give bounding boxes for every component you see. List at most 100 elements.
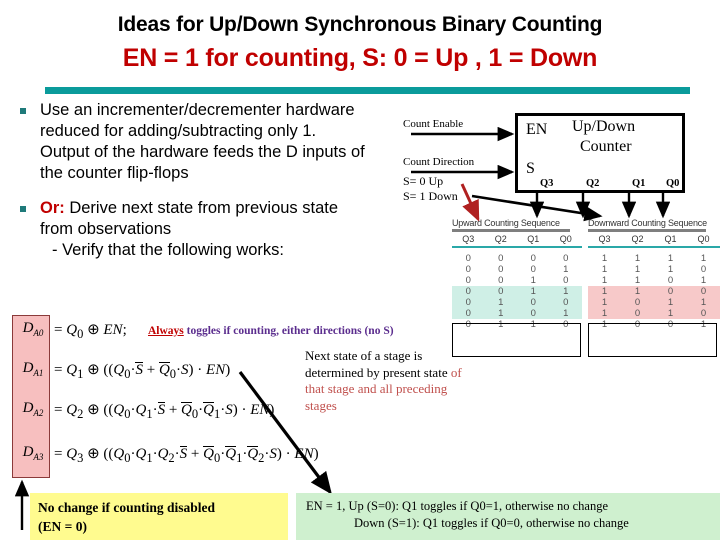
slide-title-primary: Ideas for Up/Down Synchronous Binary Cou… — [117, 13, 603, 36]
cell: 0 — [621, 307, 654, 319]
upward-sequence-title: Upward Counting Sequence — [452, 218, 560, 228]
downward-col-q2: Q2 — [631, 234, 644, 244]
next-state-note-black: Next state of a stage is determined by p… — [305, 348, 451, 380]
upward-body: 0000 0001 0010 0011 0100 0101 0110 — [452, 253, 582, 330]
no-change-line2: (EN = 0) — [38, 519, 87, 534]
s-zero-up-label: S= 0 Up — [403, 174, 444, 188]
cell: 1 — [700, 318, 707, 330]
cell: 0 — [621, 296, 654, 308]
count-direction-label: Count Direction — [403, 156, 475, 168]
cell: 0 — [563, 318, 569, 330]
cell: 1 — [588, 285, 621, 297]
cell: 0 — [667, 318, 674, 330]
cell: 0 — [530, 252, 536, 264]
equation-label-da0: DA0 — [22, 320, 44, 338]
cell: 1 — [530, 274, 536, 286]
upward-col-q3: Q3 — [462, 234, 475, 244]
slide-title-secondary: EN = 1 for counting, S: 0 = Up , 1 = Dow… — [122, 44, 598, 72]
output-label-q3: Q3 — [540, 178, 554, 189]
table-row: 1010 — [588, 307, 720, 319]
downward-title-rule — [588, 229, 706, 232]
cell: 0 — [687, 285, 720, 297]
next-state-note: Next state of a stage is determined by p… — [305, 348, 465, 414]
table-row: 0 0 0 1 — [452, 264, 582, 275]
bullet-item-1-text: Use an incrementer/decrementer hardware … — [40, 101, 365, 182]
toggle-rule-line1: EN = 1, Up (S=0): Q1 toggles if Q0=1, ot… — [306, 499, 609, 513]
output-label-q1: Q1 — [632, 178, 646, 189]
bullet-item-2-subline: - Verify that the following works: — [52, 241, 285, 259]
bullet-square-icon — [20, 206, 26, 212]
cell: 0 — [687, 307, 720, 319]
output-label-q0: Q0 — [666, 178, 680, 189]
cell: 1 — [621, 285, 654, 297]
equation-da2: = Q2 ⊕ ((Q0·Q1·S + Q0·Q1·S) · EN) — [54, 402, 275, 421]
cell: 1 — [498, 318, 504, 330]
upward-header-row: Q3 Q2 Q1 Q0 — [452, 234, 582, 246]
cell: 0 — [634, 318, 641, 330]
cell: 1 — [687, 296, 720, 308]
bullet-item-1: Use an incrementer/decrementer hardware … — [8, 100, 368, 184]
title-divider-bar — [45, 87, 690, 94]
equation-label-da3: DA3 — [22, 444, 44, 462]
downward-col-q0: Q0 — [697, 234, 710, 244]
cell: 1 — [601, 318, 608, 330]
cell: 1 — [667, 252, 674, 264]
cell: 0 — [465, 252, 471, 264]
upward-col-q2: Q2 — [494, 234, 507, 244]
cell: 1 — [654, 296, 687, 308]
cell: 0 — [563, 252, 569, 264]
cell: 1 — [601, 263, 608, 275]
no-change-line1: No change if counting disabled — [38, 500, 216, 515]
always-toggles-note: Always toggles if counting, either direc… — [148, 325, 394, 337]
downward-sequence-title: Downward Counting Sequence — [588, 218, 707, 228]
equation-da1: = Q1 ⊕ ((Q0·S + Q0·S) · EN) — [54, 362, 231, 381]
cell: 1 — [588, 296, 621, 308]
table-row: 0101 — [452, 307, 582, 319]
cell: 1 — [667, 263, 674, 275]
en-pin-label: EN — [526, 121, 548, 138]
downward-col-q3: Q3 — [598, 234, 611, 244]
cell: 0 — [517, 296, 550, 308]
upward-col-q1: Q1 — [527, 234, 540, 244]
table-row: 1 1 1 1 — [588, 253, 720, 264]
count-enable-label: Count Enable — [403, 118, 464, 130]
equation-da0: = Q0 ⊕ EN; — [54, 322, 127, 341]
toggle-rule-line2: Down (S=1): Q1 toggles if Q0=0, otherwis… — [354, 516, 629, 530]
cell: 1 — [484, 296, 517, 308]
cell: 0 — [498, 274, 504, 286]
counter-block-diagram: Count Enable Count Direction S= 0 Up S= … — [385, 108, 720, 220]
cell: 0 — [465, 274, 471, 286]
cell: 0 — [530, 263, 536, 275]
bullet-item-2-lead: Or: — [40, 199, 65, 217]
cell: 1 — [700, 252, 707, 264]
cell: 1 — [634, 274, 641, 286]
cell: 0 — [465, 263, 471, 275]
cell: 1 — [634, 263, 641, 275]
table-row: 0 1 1 0 — [452, 319, 582, 330]
cell: 1 — [700, 274, 707, 286]
s-one-down-label: S= 1 Down — [403, 189, 458, 203]
cell: 1 — [517, 285, 550, 297]
upward-header-underline — [452, 246, 582, 248]
bullet-item-2: Or: Derive next state from previous stat… — [8, 198, 368, 261]
slide-canvas: Ideas for Up/Down Synchronous Binary Cou… — [0, 0, 720, 540]
no-change-callout: No change if counting disabled (EN = 0) — [30, 493, 288, 540]
downward-table: Q3 Q2 Q1 Q0 — [588, 234, 720, 246]
up-down-counter-box: EN S Up/Down Counter Q3 Q2 Q1 Q0 — [515, 113, 685, 193]
table-row: 1100 — [588, 285, 720, 297]
equation-label-da1: DA1 — [22, 360, 44, 378]
cell: 0 — [654, 285, 687, 297]
cell: 1 — [549, 285, 582, 297]
equation-da3: = Q3 ⊕ ((Q0·Q1·Q2·S + Q0·Q1·Q2·S) · EN) — [54, 446, 319, 465]
cell: 1 — [601, 274, 608, 286]
downward-col-q1: Q1 — [664, 234, 677, 244]
bullet-list: Use an incrementer/decrementer hardware … — [8, 100, 368, 267]
cell: 0 — [549, 296, 582, 308]
downward-header-row: Q3 Q2 Q1 Q0 — [588, 234, 720, 246]
cell: 0 — [498, 263, 504, 275]
upward-sequence-table: Upward Counting Sequence Q3 Q2 Q1 Q0 000… — [452, 218, 582, 357]
table-row: 1 1 1 0 — [588, 264, 720, 275]
cell: 1 — [530, 318, 536, 330]
s-pin-label: S — [526, 160, 535, 177]
bullet-item-2-body: Derive next state from previous state fr… — [40, 199, 339, 238]
